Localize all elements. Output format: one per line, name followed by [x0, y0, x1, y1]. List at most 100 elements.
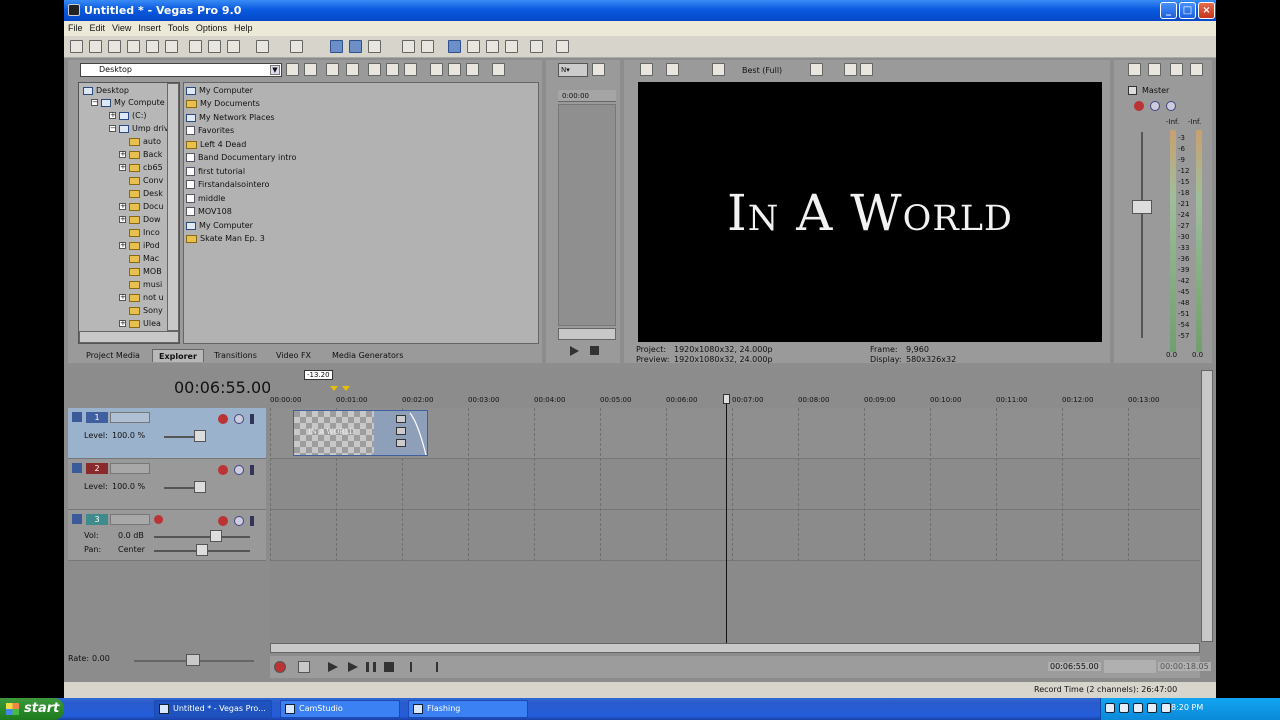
add-favorite-icon[interactable] — [346, 63, 359, 76]
open-icon[interactable] — [89, 40, 102, 53]
track-solo-icon[interactable] — [250, 414, 254, 424]
get-media-icon[interactable] — [430, 63, 443, 76]
empty-timeline-area[interactable] — [270, 561, 1200, 643]
loop-start-icon[interactable] — [330, 386, 338, 391]
insert-bus-icon[interactable] — [1170, 63, 1183, 76]
record-button[interactable] — [274, 661, 286, 673]
video-preview-screen[interactable]: In A World — [638, 82, 1102, 342]
track-volume-thumb[interactable] — [210, 530, 222, 542]
render-icon[interactable] — [146, 40, 159, 53]
event-generator-icon[interactable] — [396, 439, 406, 447]
event-pan-crop-icon[interactable] — [396, 415, 406, 423]
snapping-icon[interactable] — [330, 40, 343, 53]
menu-file[interactable]: File — [64, 21, 86, 35]
undo-icon[interactable] — [256, 40, 269, 53]
expand-icon[interactable]: + — [119, 151, 126, 158]
auto-preview-icon[interactable] — [404, 63, 417, 76]
tree-item[interactable]: Inco — [129, 227, 160, 239]
stop-icon[interactable] — [384, 662, 394, 672]
bus-fx-icon[interactable] — [1128, 86, 1137, 95]
close-button[interactable]: × — [1198, 2, 1215, 19]
track-name-field[interactable] — [110, 412, 150, 423]
track-level-thumb[interactable] — [194, 430, 206, 442]
copy-snapshot-icon[interactable] — [844, 63, 857, 76]
file-item[interactable]: My Documents — [186, 98, 260, 110]
menu-view[interactable]: View — [108, 21, 134, 35]
file-item[interactable]: Left 4 Dead — [186, 139, 246, 151]
file-item[interactable]: My Network Places — [186, 112, 275, 124]
save-snapshot-icon[interactable] — [860, 63, 873, 76]
trimmer-view-dropdown[interactable]: N▾ — [558, 63, 588, 77]
location-dropdown[interactable]: Desktop ▼ — [80, 63, 282, 77]
preview-quality-dropdown[interactable]: Best (Full) — [742, 66, 782, 75]
envelope-tool-icon[interactable] — [467, 40, 480, 53]
track-mute-icon[interactable] — [234, 465, 244, 475]
selection-start-field[interactable] — [1104, 660, 1156, 673]
track-header-3[interactable]: 3 Vol: 0.0 dB Pan: Center — [68, 510, 266, 561]
collapse-icon[interactable]: − — [109, 125, 116, 132]
menu-options[interactable]: Options — [192, 21, 230, 35]
loop-end-icon[interactable] — [342, 386, 350, 391]
tree-item[interactable]: + Ulea — [119, 318, 161, 330]
go-to-end-icon[interactable] — [428, 662, 438, 672]
track-fx-icon[interactable] — [218, 516, 228, 526]
trimmer-scrollbar[interactable] — [558, 328, 616, 340]
whats-this-icon[interactable] — [556, 40, 569, 53]
online-help-icon[interactable] — [530, 40, 543, 53]
title-bar[interactable]: Untitled * - Vegas Pro 9.0 _ □ × — [64, 0, 1216, 21]
get-photo-icon[interactable] — [466, 63, 479, 76]
maximize-button[interactable]: □ — [1179, 2, 1196, 19]
master-fx-icon[interactable] — [1134, 101, 1144, 111]
trimmer-options-icon[interactable] — [592, 63, 605, 76]
track-fx-icon[interactable] — [218, 414, 228, 424]
menu-insert[interactable]: Insert — [134, 21, 164, 35]
tree-item[interactable]: Desk — [129, 188, 163, 200]
go-to-start-icon[interactable] — [410, 662, 420, 672]
network-icon[interactable] — [1105, 703, 1115, 713]
file-item[interactable]: Firstandalsointero — [186, 179, 269, 191]
tree-item[interactable]: + Back — [119, 149, 162, 161]
paste-icon[interactable] — [227, 40, 240, 53]
tray-app-icon[interactable] — [1119, 703, 1129, 713]
track-lane-2[interactable] — [270, 459, 1200, 510]
file-item[interactable]: My Computer — [186, 85, 253, 97]
file-item[interactable]: MOV108 — [186, 206, 232, 218]
copy-icon[interactable] — [208, 40, 221, 53]
track-minimize-icon[interactable] — [72, 412, 82, 422]
collapse-icon[interactable]: − — [91, 99, 98, 106]
tree-item[interactable]: Conv — [129, 175, 163, 187]
playhead-handle[interactable] — [723, 394, 730, 404]
tree-scrollbar-vertical[interactable] — [167, 83, 179, 331]
tree-item[interactable]: + not u — [119, 292, 164, 304]
menu-tools[interactable]: Tools — [164, 21, 192, 35]
expand-icon[interactable]: + — [119, 216, 126, 223]
master-volume-fader[interactable] — [1132, 200, 1152, 214]
new-icon[interactable] — [70, 40, 83, 53]
file-item[interactable]: Band Documentary intro — [186, 152, 296, 164]
preview-effects-icon[interactable] — [712, 63, 725, 76]
taskbar-item-vegas[interactable]: Untitled * - Vegas Pro... — [154, 700, 272, 718]
tab-transitions[interactable]: Transitions — [208, 349, 263, 362]
file-item[interactable]: first tutorial — [186, 166, 245, 178]
menu-help[interactable]: Help — [230, 21, 256, 35]
tree-item[interactable]: + Docu — [119, 201, 164, 213]
downmix-icon[interactable] — [1128, 63, 1141, 76]
tree-item[interactable]: + cb65 — [119, 162, 163, 174]
timeline-ruler[interactable]: -13.20 00:00:00 00:01:00 00:02:00 00:03:00 0… — [270, 368, 1200, 408]
track-minimize-icon[interactable] — [72, 514, 82, 524]
tree-item[interactable]: Mac — [129, 253, 159, 265]
lock-envelopes-icon[interactable] — [402, 40, 415, 53]
views-icon[interactable] — [492, 63, 505, 76]
chevron-down-icon[interactable]: ▼ — [270, 65, 280, 75]
expand-icon[interactable]: + — [119, 164, 126, 171]
redo-icon[interactable] — [290, 40, 303, 53]
playhead-cursor[interactable] — [726, 398, 727, 644]
track-mute-icon[interactable] — [234, 414, 244, 424]
external-monitor-icon[interactable] — [666, 63, 679, 76]
expand-icon[interactable]: + — [119, 294, 126, 301]
fade-out-curve[interactable] — [408, 411, 428, 456]
file-item[interactable]: middle — [186, 193, 225, 205]
ripple-edit-icon[interactable] — [368, 40, 381, 53]
taskbar-item-flashing[interactable]: Flashing — [408, 700, 528, 718]
selection-tool-icon[interactable] — [486, 40, 499, 53]
